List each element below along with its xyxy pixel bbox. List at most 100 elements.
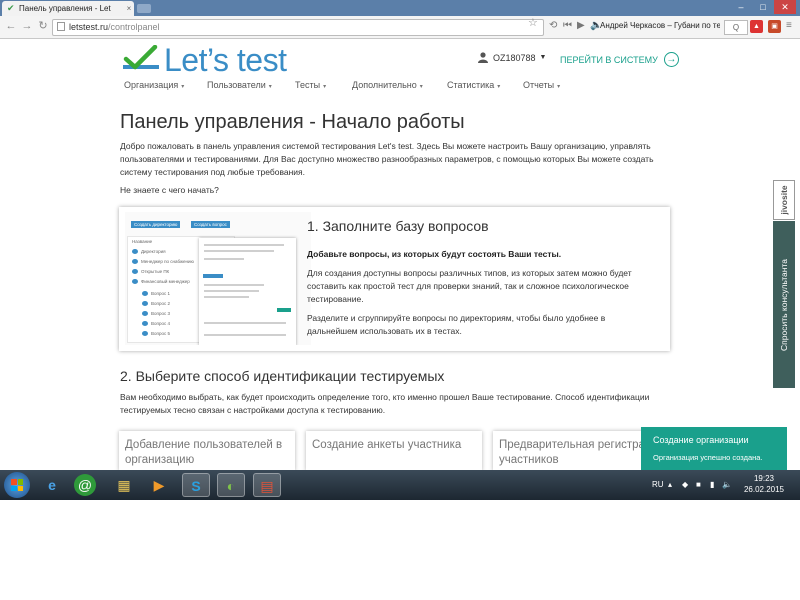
tile-add-users[interactable]: Добавление пользователей в организацию (119, 431, 295, 470)
toast-title: Создание организации (653, 435, 749, 445)
step1-paragraph-1: Для создания доступны вопросы различных … (307, 268, 632, 304)
shot-tree-row: Финансовый менеджер (132, 279, 190, 284)
tray-app-icon[interactable]: ◆ (682, 480, 688, 489)
bookmark-star-icon[interactable]: ☆ (528, 16, 538, 29)
volume-icon[interactable]: 🔈 (722, 480, 732, 489)
jivosite-label: jivosite (779, 185, 789, 215)
logo-text: Let’s test (164, 41, 287, 78)
extension-icon-2[interactable]: ▣ (768, 20, 781, 33)
new-tab-button[interactable] (137, 4, 151, 13)
arrow-right-circle-icon: → (663, 52, 679, 67)
shot-tree-row: Название (132, 239, 153, 244)
menu-item-statistics[interactable]: Статистика ▾ (447, 80, 500, 90)
success-toast[interactable]: Создание организации Организация успешно… (641, 427, 787, 473)
browser-tab[interactable]: ✔ Панель управления - Let × (2, 1, 134, 16)
toast-message: Организация успешно создана. (653, 453, 763, 462)
shot-tree-row: Открытые ПК (132, 269, 169, 274)
shot-create-directory-button: Создать директорию (131, 221, 181, 228)
user-menu[interactable]: OZ180788 ▼ (478, 52, 546, 63)
question-text: Не знаете с чего начать? (120, 185, 219, 195)
chevron-down-icon: ▾ (268, 84, 272, 90)
tile-participant-form[interactable]: Создание анкеты участника (306, 431, 482, 470)
now-playing-text: Андрей Черкасов – Губани по тег (600, 21, 720, 30)
network-icon[interactable]: ▮ (710, 480, 714, 489)
powerpoint-icon[interactable]: ▤ (253, 473, 281, 497)
menu-item-users[interactable]: Пользователи ▾ (207, 80, 272, 90)
tab-title: Панель управления - Let (19, 4, 111, 13)
shot-tree-row: Вопрос 4 (142, 321, 170, 326)
reload-icon[interactable]: ↻ (36, 19, 50, 33)
lets-test-favicon-icon: ✔ (7, 3, 15, 13)
question-base-screenshot: Создать директорию Создать вопрос Назван… (125, 212, 311, 345)
page-title: Панель управления - Начало работы (120, 111, 465, 133)
step1-paragraph-2: Разделите и сгруппируйте вопросы по дире… (307, 313, 606, 336)
site-logo[interactable]: Let’s test (122, 41, 287, 78)
chevron-down-icon: ▾ (323, 84, 327, 90)
shot-editor-panel (199, 238, 296, 345)
chrome-app-icon[interactable]: ◐ (217, 473, 245, 497)
extension-icon[interactable]: ▲ (750, 20, 763, 33)
logo-check-icon (123, 45, 159, 70)
chevron-down-icon: ▾ (557, 84, 561, 90)
chevron-down-icon: ▾ (181, 84, 185, 90)
shot-create-question-button: Создать вопрос (191, 221, 230, 228)
play-icon[interactable]: ▶ (577, 20, 585, 31)
menu-item-additional[interactable]: Дополнительно ▾ (352, 80, 423, 90)
screen: ✔ Панель управления - Let × – □ ✕ ← → ↻ … (0, 0, 800, 500)
user-caret-icon: ▼ (539, 54, 547, 61)
ask-consultant-tab[interactable]: Спросить консультанта (773, 221, 795, 388)
internet-explorer-icon[interactable]: e (38, 473, 66, 497)
tray-app-icon-2[interactable]: ■ (696, 480, 701, 489)
step1-lead: Добавьте вопросы, из которых будут состо… (307, 249, 562, 259)
recent-icon[interactable]: ⟲ (549, 20, 557, 31)
address-bar[interactable]: letstest.ru/controlpanel (52, 19, 544, 36)
intro-text: Добро пожаловать в панель управления сис… (120, 141, 654, 177)
tile-title: Создание анкеты участника (312, 439, 462, 451)
shot-tree-row: Директория (132, 249, 166, 254)
language-indicator[interactable]: RU (652, 480, 664, 489)
menu-item-reports[interactable]: Отчеты ▾ (523, 80, 560, 90)
tray-expand-icon[interactable]: ▴ (668, 480, 672, 489)
url-host: letstest.ru (69, 22, 109, 32)
close-window-icon[interactable]: ✕ (774, 0, 796, 14)
media-player-icon[interactable]: ▶ (145, 473, 173, 497)
shot-tree-row: Вопрос 2 (142, 301, 170, 306)
tab-close-icon[interactable]: × (124, 4, 134, 13)
start-button[interactable] (4, 472, 30, 498)
maximize-icon[interactable]: □ (752, 0, 774, 14)
skype-icon[interactable]: S (182, 473, 210, 497)
taskbar: e @ ▦ ▶ S ◐ ▤ RU ▴ ◆ ■ ▮ 🔈 19:23 26.02.2… (0, 470, 800, 500)
step1-card: Создать директорию Создать вопрос Назван… (119, 207, 670, 351)
clock-date: 26.02.2015 (743, 485, 785, 494)
user-icon (478, 52, 488, 63)
system-clock[interactable]: 19:23 26.02.2015 (736, 473, 792, 495)
goto-system-label: ПЕРЕЙТИ В СИСТЕМУ (560, 54, 658, 65)
minimize-icon[interactable]: – (730, 0, 752, 14)
mail-agent-icon[interactable]: @ (74, 474, 96, 496)
back-arrow-icon[interactable]: ← (4, 19, 18, 33)
user-id: OZ180788 (493, 52, 536, 63)
menu-item-tests[interactable]: Тесты ▾ (295, 80, 326, 90)
ask-consultant-label: Спросить консультанта (779, 258, 789, 351)
history-back-icon[interactable]: ⏮ (563, 20, 572, 31)
shot-tree-row: Вопрос 3 (142, 311, 170, 316)
chevron-down-icon: ▾ (497, 84, 501, 90)
page-icon (57, 22, 65, 31)
chevron-down-icon: ▾ (419, 84, 423, 90)
menu-icon[interactable]: ≡ (786, 20, 792, 31)
step2-title: 2. Выберите способ идентификации тестиру… (120, 368, 445, 384)
file-explorer-icon[interactable]: ▦ (110, 473, 138, 497)
browser-toolbar: ← → ↻ letstest.ru/controlpanel ☆ ⟲ ⏮ ▶ 🔈… (0, 16, 800, 39)
step2-description: Вам необходимо выбрать, как будет происх… (120, 392, 650, 415)
clock-time: 19:23 (753, 474, 775, 483)
web-page: Let’s test OZ180788 ▼ ПЕРЕЙТИ В СИСТЕМУ … (0, 39, 800, 470)
windows-logo-icon (11, 479, 23, 491)
browser-titlebar: ✔ Панель управления - Let × – □ ✕ (0, 0, 800, 16)
forward-arrow-icon[interactable]: → (20, 19, 34, 33)
jivosite-tab[interactable]: jivosite (773, 180, 795, 220)
shot-tree-row: Вопрос 1 (142, 291, 170, 296)
search-box[interactable]: Q (724, 20, 748, 35)
menu-item-organization[interactable]: Организация ▾ (124, 80, 184, 90)
step1-title: 1. Заполните базу вопросов (307, 218, 489, 234)
goto-system-link[interactable]: ПЕРЕЙТИ В СИСТЕМУ → (560, 52, 679, 67)
